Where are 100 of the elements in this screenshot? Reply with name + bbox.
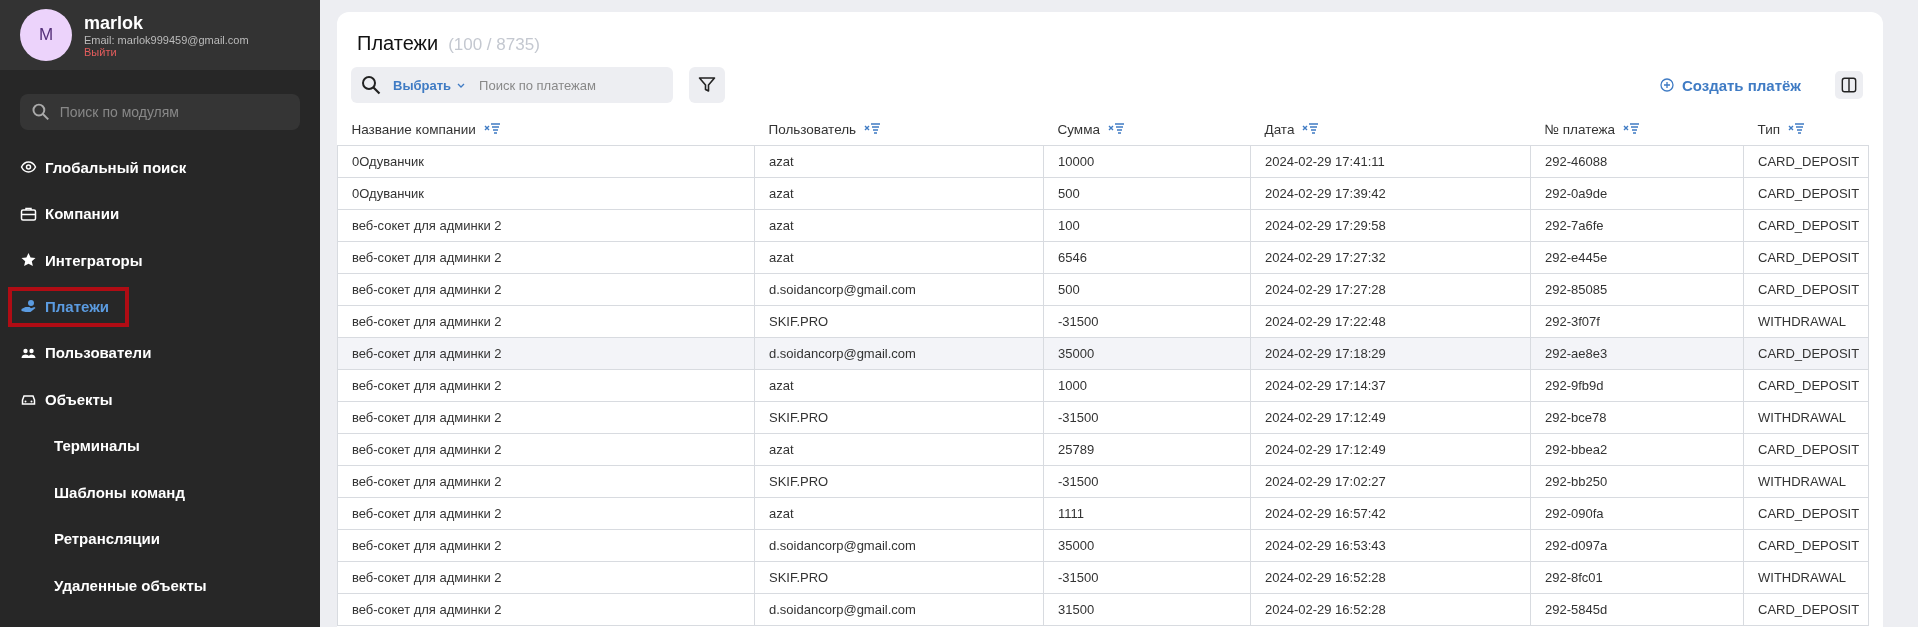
search-icon: [361, 75, 381, 95]
table-cell: 100: [1043, 209, 1251, 242]
table-cell: 35000: [1043, 337, 1251, 370]
nav-item[interactable]: Глобальный поиск: [8, 144, 207, 191]
table-cell: azat: [754, 209, 1044, 242]
table-cell: веб-сокет для админки 2: [337, 401, 755, 434]
filter-button[interactable]: [689, 67, 725, 103]
select-dropdown[interactable]: Выбрать: [393, 77, 466, 93]
page-title: Платежи: [357, 32, 439, 55]
table-cell: 292-ae8e3: [1530, 337, 1744, 370]
table-cell: CARD_DEPOSIT: [1743, 497, 1869, 530]
sort-filter-icon[interactable]: [1788, 123, 1805, 135]
sort-filter-icon[interactable]: [1302, 123, 1320, 135]
table-cell: 1111: [1043, 497, 1251, 530]
table-cell: d.soidancorp@gmail.com: [754, 529, 1044, 562]
columns-toggle-button[interactable]: [1835, 71, 1863, 99]
table-cell: 292-85085: [1530, 273, 1744, 306]
table-cell: 292-7a6fe: [1530, 209, 1744, 242]
table-cell: веб-сокет для админки 2: [337, 209, 755, 242]
table-cell: CARD_DEPOSIT: [1743, 433, 1869, 466]
table-cell: 1000: [1043, 369, 1251, 402]
table-cell: 292-bb250: [1530, 465, 1744, 498]
table-cell: веб-сокет для админки 2: [337, 529, 755, 562]
table-cell: -31500: [1043, 465, 1251, 498]
table-cell: 2024-02-29 17:39:42: [1250, 177, 1531, 210]
table-cell: 2024-02-29 17:41:11: [1250, 145, 1531, 178]
table-cell: 2024-02-29 17:22:48: [1250, 305, 1531, 338]
sort-filter-icon[interactable]: [1623, 123, 1641, 135]
table-cell: 292-e445e: [1530, 241, 1744, 274]
table-cell: 292-9fb9d: [1530, 369, 1744, 402]
table-cell: 2024-02-29 17:12:49: [1250, 401, 1531, 434]
sort-filter-icon[interactable]: [864, 123, 882, 135]
table-cell: SKIF.PRO: [754, 305, 1044, 338]
table-cell: 292-8fc01: [1530, 561, 1744, 594]
table-cell: 35000: [1043, 529, 1251, 562]
table-cell: 292-090fa: [1530, 497, 1744, 530]
table-cell: azat: [754, 369, 1044, 402]
plus-circle-icon: [1659, 78, 1674, 92]
module-search-box[interactable]: Поиск по модулям: [20, 94, 300, 130]
table-cell: SKIF.PRO: [754, 401, 1044, 434]
module-search-field[interactable]: Поиск по модулям: [57, 103, 288, 121]
table-cell: веб-сокет для админки 2: [337, 305, 755, 338]
table-cell: 2024-02-29 17:02:27: [1250, 465, 1531, 498]
nav-subitem[interactable]: Ретрансляции: [8, 515, 180, 562]
create-payment-button[interactable]: Создать платёж: [1653, 75, 1807, 95]
table-cell: 10000: [1043, 145, 1251, 178]
table-cell: WITHDRAWAL: [1743, 561, 1869, 594]
table-cell: веб-сокет для админки 2: [337, 241, 755, 274]
table-cell: 292-bbea2: [1530, 433, 1744, 466]
filter-icon: [698, 76, 716, 94]
logout-link[interactable]: Выйти: [84, 45, 249, 58]
columns-icon: [1841, 76, 1857, 94]
column-header: Название компании: [351, 121, 476, 137]
table-cell: 2024-02-29 17:14:37: [1250, 369, 1531, 402]
table-cell: 2024-02-29 16:57:42: [1250, 497, 1531, 530]
nav-subitem[interactable]: Терминалы: [8, 422, 160, 469]
search-icon: [32, 103, 50, 121]
briefcase-icon: [20, 205, 37, 222]
column-header: Сумма: [1057, 121, 1100, 137]
nav-subitem[interactable]: Шаблоны команд: [8, 469, 205, 516]
table-cell: 292-bce78: [1530, 401, 1744, 434]
table-cell: веб-сокет для админки 2: [337, 497, 755, 530]
table-cell: d.soidancorp@gmail.com: [754, 273, 1044, 306]
table-cell: -31500: [1043, 561, 1251, 594]
sort-filter-icon[interactable]: [483, 123, 501, 135]
column-header: Дата: [1264, 121, 1295, 137]
table-cell: azat: [754, 241, 1044, 274]
record-count: (100 / 8735): [448, 35, 540, 55]
table-cell: d.soidancorp@gmail.com: [754, 593, 1044, 626]
sort-filter-icon[interactable]: [1107, 123, 1125, 135]
table-cell: WITHDRAWAL: [1743, 305, 1869, 338]
table-cell: CARD_DEPOSIT: [1743, 177, 1869, 210]
table-cell: 31500: [1043, 593, 1251, 626]
payment-search-field[interactable]: Поиск по платежам: [477, 76, 632, 94]
table-cell: 2024-02-29 16:53:43: [1250, 529, 1531, 562]
table-cell: CARD_DEPOSIT: [1743, 209, 1869, 242]
column-header: № платежа: [1544, 121, 1616, 137]
eye-icon: [20, 159, 37, 176]
table-cell: CARD_DEPOSIT: [1743, 529, 1869, 562]
table-cell: -31500: [1043, 401, 1251, 434]
table-cell: 0Одуванчик: [337, 145, 755, 178]
table-cell: SKIF.PRO: [754, 465, 1044, 498]
nav-item[interactable]: Пользователи: [8, 329, 172, 376]
user-email: Email: marlok999459@gmail.com: [84, 33, 249, 46]
nav-item[interactable]: Компании: [8, 190, 140, 237]
table-cell: CARD_DEPOSIT: [1743, 145, 1869, 178]
nav-item[interactable]: Объекты: [8, 376, 133, 423]
table-cell: веб-сокет для админки 2: [337, 337, 755, 370]
table-cell: SKIF.PRO: [754, 561, 1044, 594]
nav-item[interactable]: Платежи: [8, 286, 129, 327]
table-cell: -31500: [1043, 305, 1251, 338]
table-cell: 6546: [1043, 241, 1251, 274]
table-cell: веб-сокет для админки 2: [337, 561, 755, 594]
column-header: Тип: [1757, 121, 1780, 137]
table-cell: d.soidancorp@gmail.com: [754, 337, 1044, 370]
table-cell: 292-3f07f: [1530, 305, 1744, 338]
payment-search-box[interactable]: Выбрать Поиск по платежам: [351, 67, 673, 103]
nav-item[interactable]: Интеграторы: [8, 237, 163, 284]
table-cell: CARD_DEPOSIT: [1743, 273, 1869, 306]
nav-subitem[interactable]: Удаленные объекты: [8, 562, 227, 609]
